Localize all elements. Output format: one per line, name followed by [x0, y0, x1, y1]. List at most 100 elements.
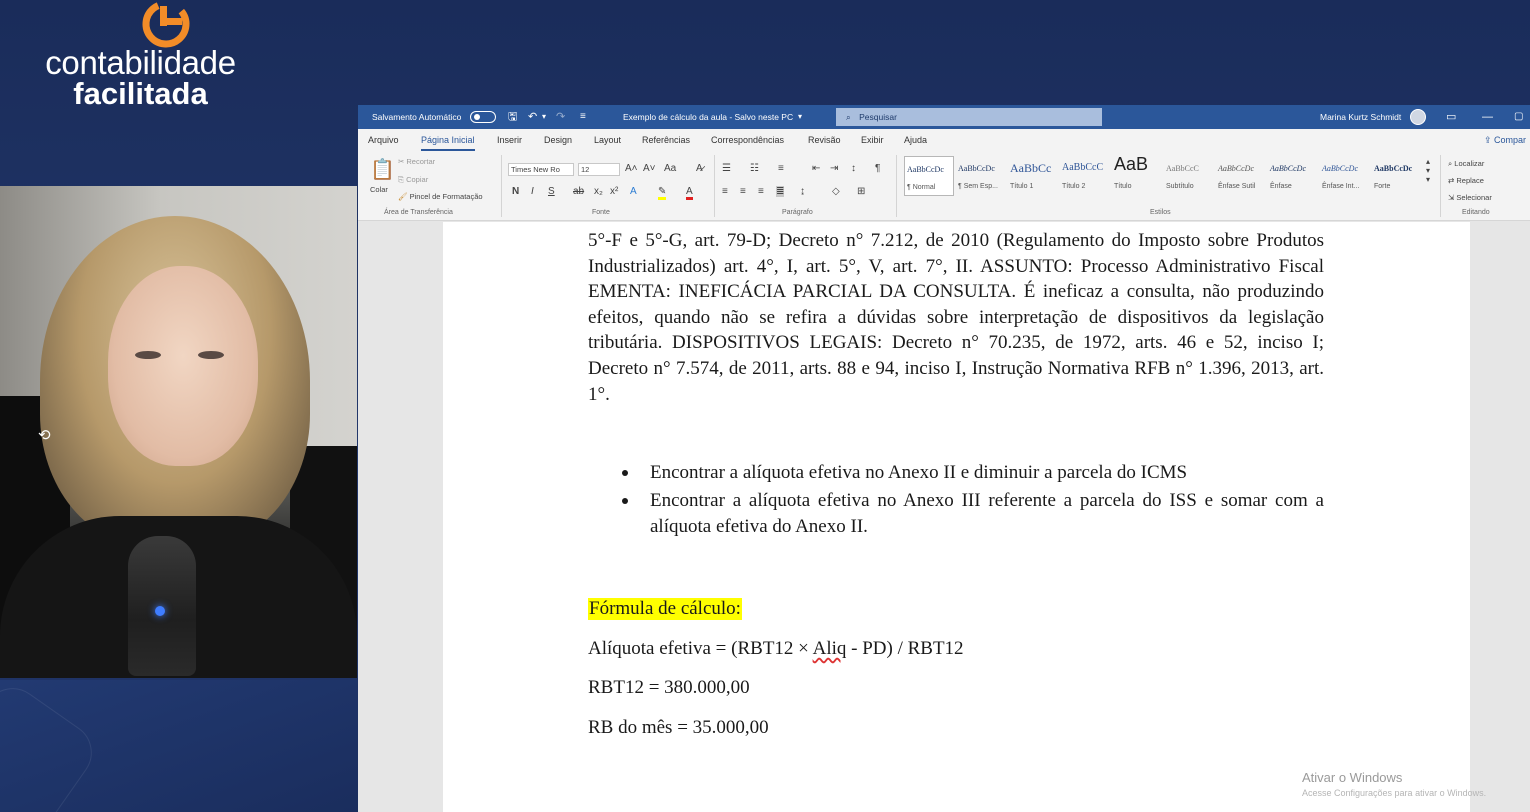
- list-item[interactable]: Encontrar a alíquota efetiva no Anexo II…: [588, 460, 1324, 486]
- save-icon[interactable]: 🖫: [508, 105, 517, 129]
- document-area: 5°-F e 5°-G, art. 79-D; Decreto n° 7.212…: [358, 222, 1530, 812]
- strikethrough-icon[interactable]: ab: [573, 186, 584, 197]
- style-enfase[interactable]: AaBbCcDc Ênfase: [1268, 156, 1318, 196]
- chevron-down-icon[interactable]: ▾: [542, 105, 546, 129]
- italic-icon[interactable]: I: [531, 186, 534, 197]
- underline-icon[interactable]: S: [548, 186, 555, 197]
- bold-icon[interactable]: N: [512, 186, 519, 197]
- search-input[interactable]: ⌕ Pesquisar: [836, 108, 1102, 126]
- formula-line[interactable]: Alíquota efetiva = (RBT12 × Aliq - PD) /…: [588, 638, 964, 660]
- format-painter-button[interactable]: 🖌 Pincel de Formatação: [398, 192, 483, 201]
- tab-inserir[interactable]: Inserir: [497, 129, 522, 151]
- rb-mes-line[interactable]: RB do mês = 35.000,00: [588, 717, 769, 739]
- justify-icon[interactable]: ≣: [776, 186, 785, 197]
- style-preview: AaBbCcDc: [958, 164, 995, 173]
- shading-icon[interactable]: ◇: [832, 186, 840, 197]
- user-name[interactable]: Marina Kurtz Schmidt: [1320, 105, 1401, 129]
- rbt12-line[interactable]: RBT12 = 380.000,00: [588, 677, 750, 699]
- tab-revisao[interactable]: Revisão: [808, 129, 841, 151]
- style-titulo-2[interactable]: AaBbCcC Título 2: [1060, 156, 1110, 196]
- ribbon-tabs: Arquivo Página Inicial Inserir Design La…: [358, 129, 1530, 151]
- autosave-toggle[interactable]: [470, 111, 496, 123]
- numbering-icon[interactable]: ☷: [750, 163, 759, 174]
- change-case-icon[interactable]: Aa: [664, 163, 676, 174]
- tab-design[interactable]: Design: [544, 129, 572, 151]
- increase-indent-icon[interactable]: ⇥: [830, 163, 838, 174]
- activation-watermark-subtitle: Acesse Configurações para ativar o Windo…: [1302, 788, 1487, 798]
- align-left-icon[interactable]: ≡: [722, 186, 728, 197]
- tab-pagina-inicial[interactable]: Página Inicial: [421, 129, 475, 151]
- formula-heading[interactable]: Fórmula de cálculo:: [588, 598, 742, 620]
- select-button[interactable]: ⇲ Selecionar: [1448, 193, 1492, 202]
- clear-formatting-icon[interactable]: A̷: [696, 163, 703, 174]
- grow-font-icon[interactable]: A˄: [625, 163, 638, 174]
- style-titulo[interactable]: AaB Título: [1112, 154, 1162, 196]
- restore-icon[interactable]: ▢: [1514, 105, 1523, 129]
- ribbon-display-icon[interactable]: ▭: [1446, 105, 1456, 129]
- style-subtitulo[interactable]: AaBbCcC Subtítulo: [1164, 156, 1214, 196]
- subscript-icon[interactable]: x₂: [594, 186, 603, 197]
- shrink-font-icon[interactable]: A˅: [643, 163, 656, 174]
- chevron-down-icon[interactable]: ▾: [798, 105, 802, 129]
- customize-toolbar-icon[interactable]: ≡: [580, 105, 586, 129]
- select-label: Selecionar: [1456, 193, 1492, 202]
- replace-button[interactable]: ⇄ Replace: [1448, 176, 1484, 185]
- borders-icon[interactable]: ⊞: [857, 186, 865, 197]
- show-marks-icon[interactable]: ¶: [875, 163, 880, 174]
- tab-correspondencias[interactable]: Correspondências: [711, 129, 784, 151]
- editing-group-label: Editando: [1462, 209, 1490, 216]
- find-button[interactable]: ⌕ Localizar: [1448, 159, 1484, 169]
- document-title[interactable]: Exemplo de cálculo da aula - Salvo neste…: [623, 105, 793, 129]
- minimize-icon[interactable]: —: [1482, 105, 1493, 129]
- tab-arquivo[interactable]: Arquivo: [368, 129, 399, 151]
- body-paragraph[interactable]: 5°-F e 5°-G, art. 79-D; Decreto n° 7.212…: [588, 228, 1324, 407]
- presenter-face: [108, 266, 258, 466]
- text-effects-icon[interactable]: A: [630, 186, 637, 197]
- style-normal[interactable]: AaBbCcDc ¶ Normal: [904, 156, 954, 196]
- redo-icon[interactable]: ↷: [556, 105, 565, 129]
- document-page[interactable]: 5°-F e 5°-G, art. 79-D; Decreto n° 7.212…: [443, 222, 1470, 812]
- align-right-icon[interactable]: ≡: [758, 186, 764, 197]
- superscript-icon[interactable]: x²: [610, 186, 618, 197]
- tab-layout[interactable]: Layout: [594, 129, 621, 151]
- style-name: Ênfase: [1270, 183, 1292, 190]
- paste-icon[interactable]: 📋: [370, 157, 395, 182]
- style-titulo-1[interactable]: AaBbCc Título 1: [1008, 156, 1058, 196]
- style-sem-espacamento[interactable]: AaBbCcDc ¶ Sem Esp...: [956, 156, 1006, 196]
- refresh-icon[interactable]: ⟲: [38, 426, 51, 444]
- bullets-icon[interactable]: ☰: [722, 163, 731, 174]
- tab-referencias[interactable]: Referências: [642, 129, 690, 151]
- multilevel-list-icon[interactable]: ≡: [778, 163, 784, 174]
- share-label: Compar: [1494, 135, 1527, 145]
- copy-button[interactable]: ⎘ Copiar: [398, 175, 428, 185]
- line-spacing-icon[interactable]: ↨: [800, 186, 805, 197]
- title-bar: Salvamento Automático 🖫 ↶ ▾ ↷ ≡ Exemplo …: [358, 105, 1530, 129]
- style-preview: AaBbCcDc: [907, 165, 944, 174]
- undo-icon[interactable]: ↶: [528, 105, 537, 129]
- share-button[interactable]: ⇪ Compar: [1484, 129, 1526, 151]
- styles-scroll-icon[interactable]: ▴ ▾ ▾: [1426, 157, 1430, 184]
- list-item[interactable]: Encontrar a alíquota efetiva no Anexo II…: [588, 488, 1324, 540]
- avatar[interactable]: [1410, 109, 1426, 125]
- copy-label: Copiar: [406, 175, 429, 184]
- style-enfase-intensa[interactable]: AaBbCcDc Ênfase Int...: [1320, 156, 1370, 196]
- font-family-select[interactable]: Times New Ro: [508, 163, 574, 176]
- sort-icon[interactable]: ↕: [851, 163, 856, 174]
- tab-exibir[interactable]: Exibir: [861, 129, 884, 151]
- style-forte[interactable]: AaBbCcDc Forte: [1372, 156, 1422, 196]
- decrease-indent-icon[interactable]: ⇤: [812, 163, 820, 174]
- presenter-eye: [135, 351, 161, 359]
- font-size-select[interactable]: 12: [578, 163, 620, 176]
- tab-ajuda[interactable]: Ajuda: [904, 129, 927, 151]
- align-center-icon[interactable]: ≡: [740, 186, 746, 197]
- cut-button[interactable]: ✂ Recortar: [398, 157, 435, 166]
- highlight-icon[interactable]: ✎: [658, 186, 667, 200]
- style-enfase-sutil[interactable]: AaBbCcDc Ênfase Sutil: [1216, 156, 1266, 196]
- microphone-led: [155, 606, 165, 616]
- style-name: Forte: [1374, 183, 1391, 190]
- font-color-icon[interactable]: A: [686, 186, 693, 200]
- find-label: Localizar: [1454, 159, 1485, 168]
- style-name: Ênfase Sutil: [1218, 183, 1256, 190]
- ribbon: 📋 Colar ✂ Recortar ⎘ Copiar 🖌 Pincel de …: [358, 151, 1530, 221]
- paste-button[interactable]: Colar: [370, 185, 388, 194]
